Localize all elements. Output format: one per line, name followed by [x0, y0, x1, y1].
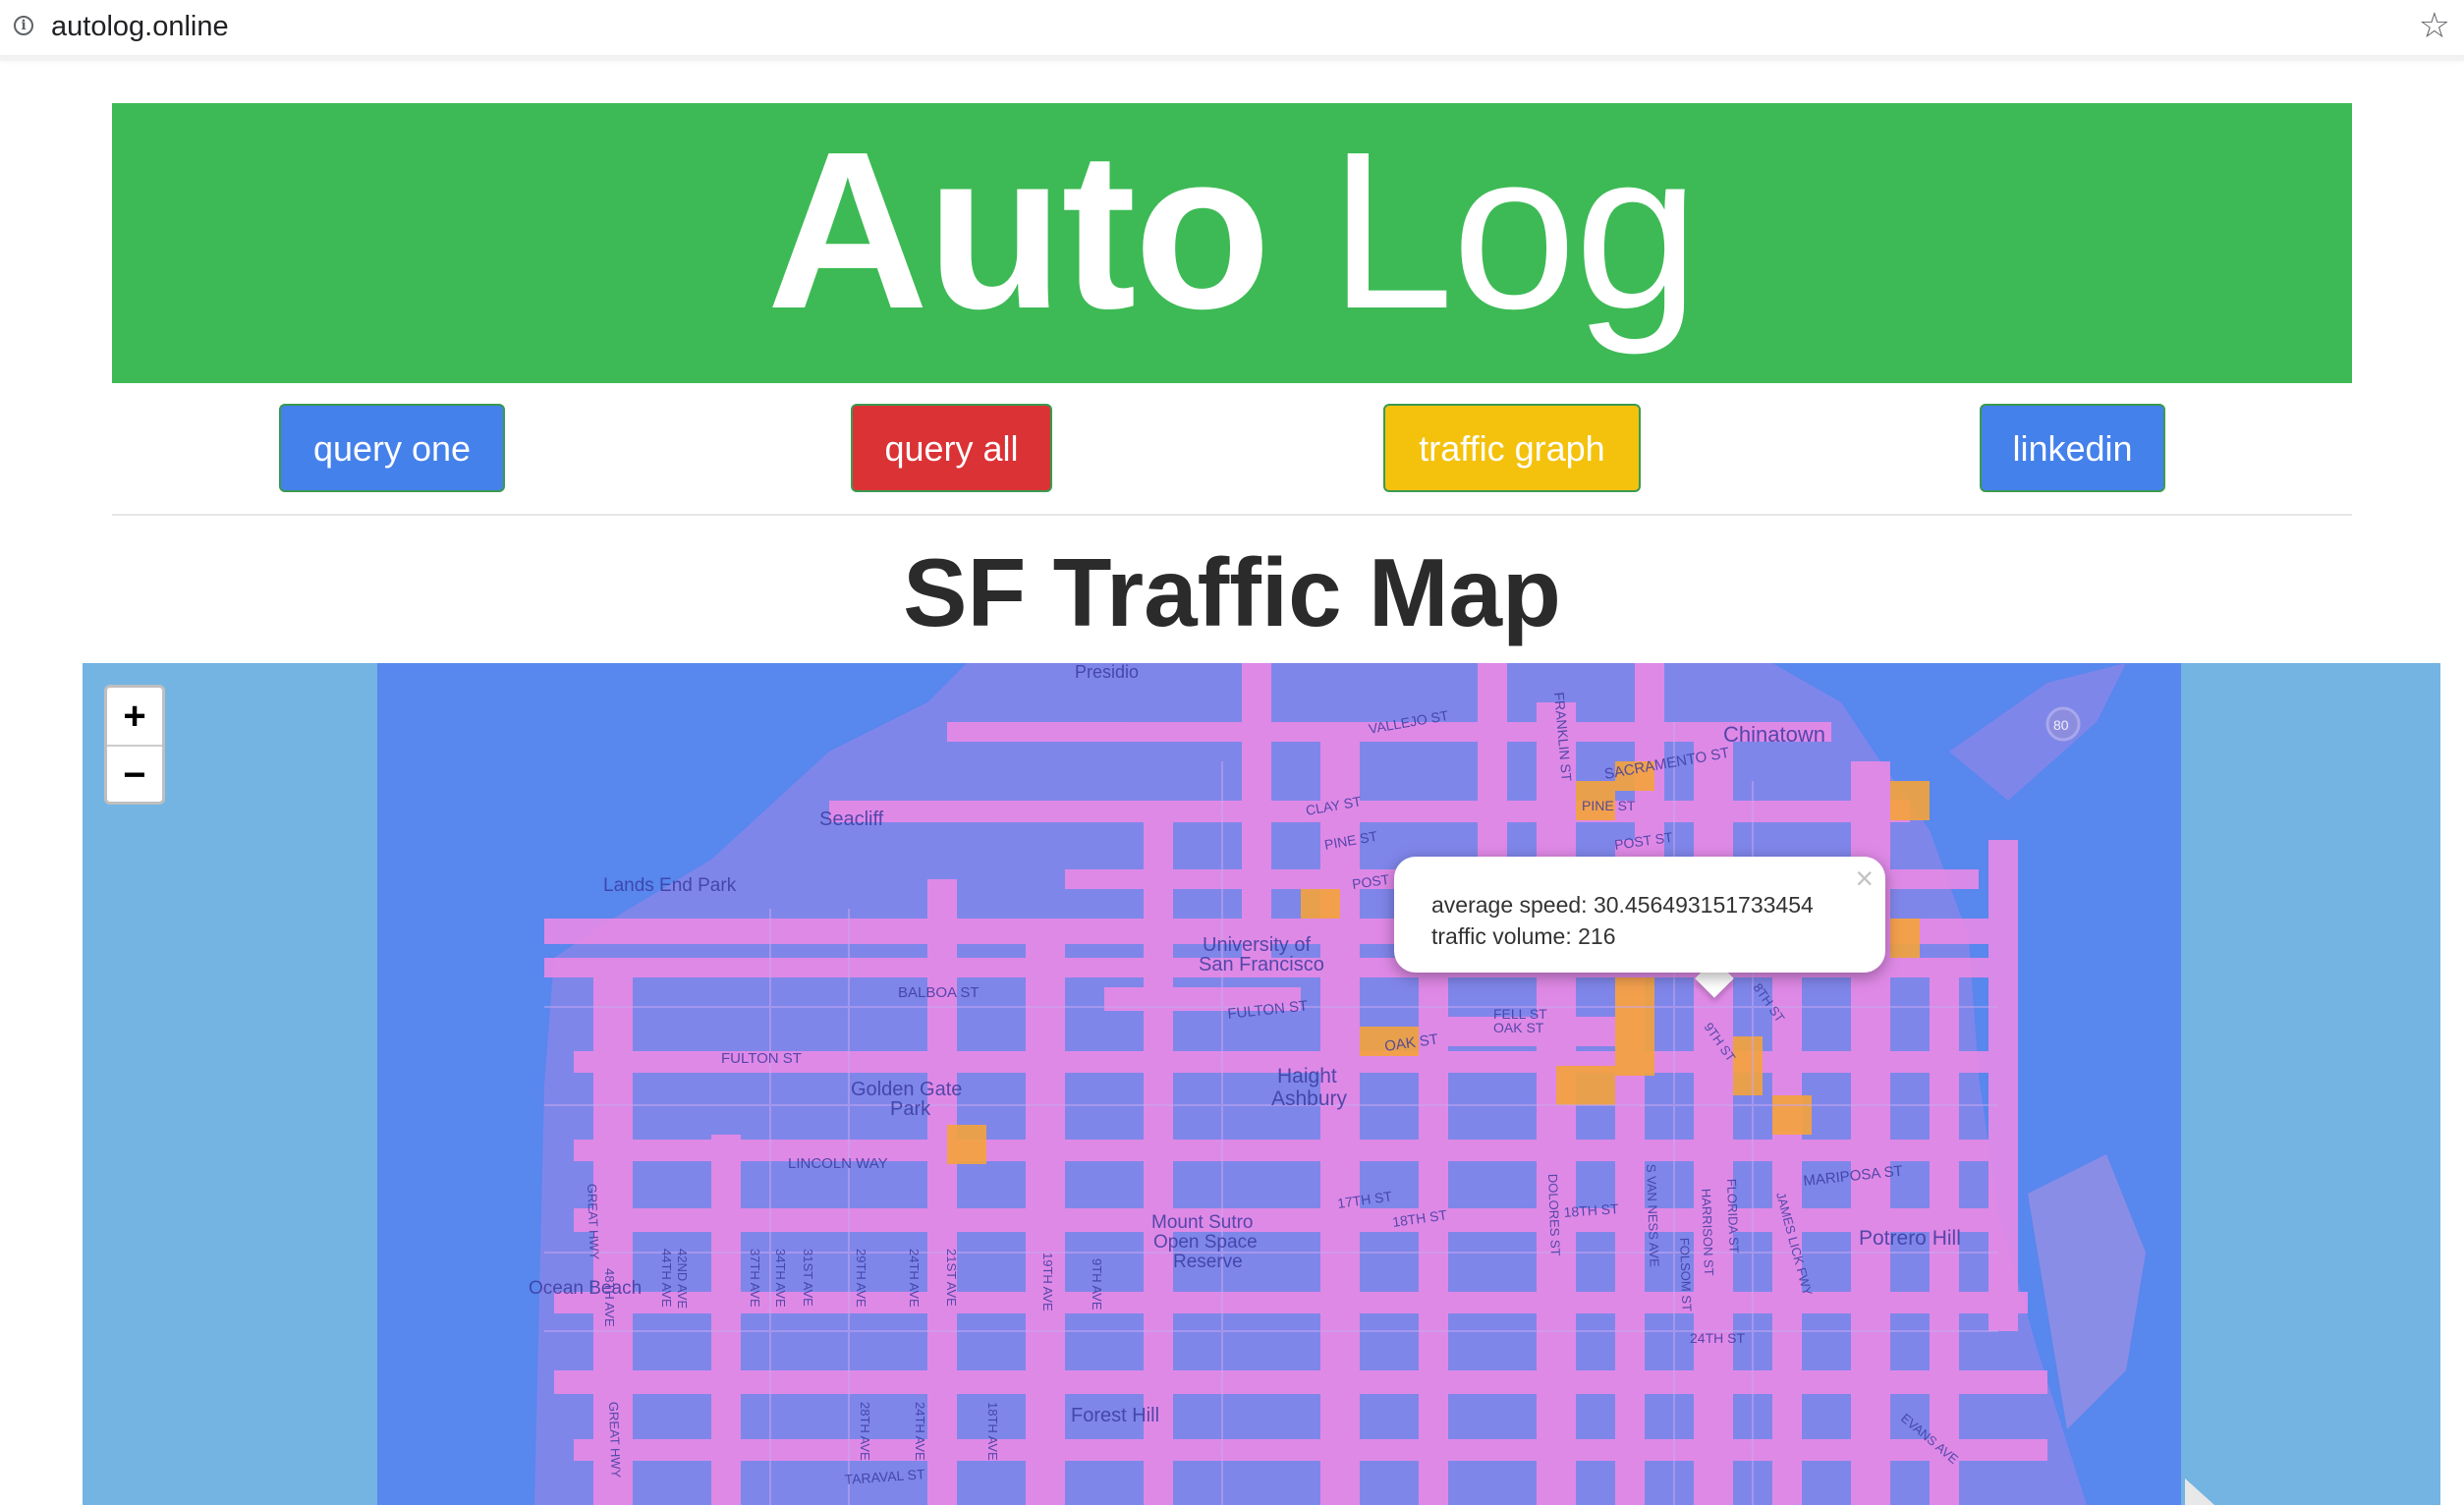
map-label: 19TH AVE [1040, 1253, 1055, 1311]
zoom-control: + − [104, 685, 165, 805]
map-label: DOLORES ST [1545, 1174, 1563, 1256]
popup-traffic-volume: traffic volume: 216 [1431, 923, 1616, 949]
popup-average-speed: average speed: 30.456493151733454 [1431, 892, 1814, 918]
star-icon[interactable]: ☆ [2419, 6, 2450, 45]
zoom-out-button[interactable]: − [107, 747, 162, 804]
traffic-popup: × average speed: 30.456493151733454 traf… [1394, 857, 1885, 973]
linkedin-button[interactable]: linkedin [1980, 404, 2165, 492]
map-label: 42ND AVE [675, 1249, 690, 1310]
nav-divider [112, 514, 2352, 516]
url-field[interactable]: autolog.online [51, 11, 229, 43]
map-label: 44TH AVE [659, 1249, 674, 1308]
brand-title-light: Log [1329, 106, 1699, 356]
zoom-in-button[interactable]: + [107, 688, 162, 747]
map-label: University of [1203, 934, 1311, 956]
browser-bar-shadow [0, 55, 2464, 61]
map-label: 37TH AVE [748, 1249, 762, 1308]
map-label: FOLSOM ST [1677, 1238, 1695, 1312]
map-label: HARRISON ST [1699, 1189, 1716, 1276]
map-label: 80 [2053, 717, 2069, 733]
map-label: 9TH AVE [1090, 1258, 1104, 1310]
map-label: GREAT HWY [606, 1402, 624, 1478]
map-label: OAK ST [1493, 1020, 1544, 1035]
brand-title: Auto Log [766, 91, 1700, 371]
map-label: 34TH AVE [773, 1249, 788, 1308]
header-banner: Auto Log [112, 103, 2352, 383]
traffic-graph-button[interactable]: traffic graph [1383, 404, 1641, 492]
map-label: FULTON ST [721, 1050, 802, 1067]
traffic-map[interactable]: Presidio VALLEJO ST Chinatown SACRAMENTO… [83, 663, 2440, 1505]
map-label: Park [890, 1098, 931, 1120]
map-label: Potrero Hill [1859, 1227, 1961, 1250]
map-label: Forest Hill [1071, 1405, 1159, 1426]
map-label: LINCOLN WAY [788, 1155, 888, 1172]
map-label: Presidio [1075, 663, 1139, 682]
brand-title-bold: Auto [766, 106, 1271, 356]
map-label: GREAT HWY [585, 1184, 602, 1260]
info-icon[interactable]: i [14, 16, 33, 35]
map-label: 24TH ST [1690, 1330, 1745, 1346]
map-label: FLORIDA ST [1724, 1179, 1742, 1254]
map-label: 31ST AVE [801, 1249, 815, 1307]
map-label: 48TH AVE [602, 1268, 617, 1327]
page-title: SF Traffic Map [903, 538, 1561, 646]
map-label: Open Space [1153, 1232, 1258, 1253]
map-canvas: Presidio VALLEJO ST Chinatown SACRAMENTO… [83, 663, 2440, 1505]
map-label: Chinatown [1723, 722, 1825, 747]
query-all-button[interactable]: query all [851, 404, 1052, 492]
map-label: PINE ST [1582, 798, 1636, 813]
map-label: 24TH AVE [907, 1249, 922, 1308]
map-label: Reserve [1173, 1252, 1243, 1272]
map-label: BALBOA ST [898, 984, 980, 1001]
browser-address-bar: i autolog.online ☆ [0, 0, 2464, 57]
map-label: Lands End Park [603, 875, 737, 896]
map-label: 29TH AVE [854, 1249, 868, 1308]
query-one-button[interactable]: query one [279, 404, 505, 492]
map-label: Ashbury [1271, 1087, 1348, 1110]
map-label: Mount Sutro [1151, 1212, 1254, 1233]
map-label: Ocean Beach [529, 1278, 642, 1299]
map-label: 24TH AVE [913, 1402, 927, 1461]
map-label: 21ST AVE [944, 1249, 959, 1307]
close-icon[interactable]: × [1855, 861, 1874, 896]
map-label: 18TH AVE [985, 1402, 1000, 1461]
map-label: Golden Gate [851, 1079, 962, 1100]
map-label: Seacliff [819, 808, 884, 830]
map-label: 28TH AVE [858, 1402, 872, 1461]
map-label: Haight [1277, 1065, 1337, 1087]
map-label: San Francisco [1199, 954, 1324, 975]
